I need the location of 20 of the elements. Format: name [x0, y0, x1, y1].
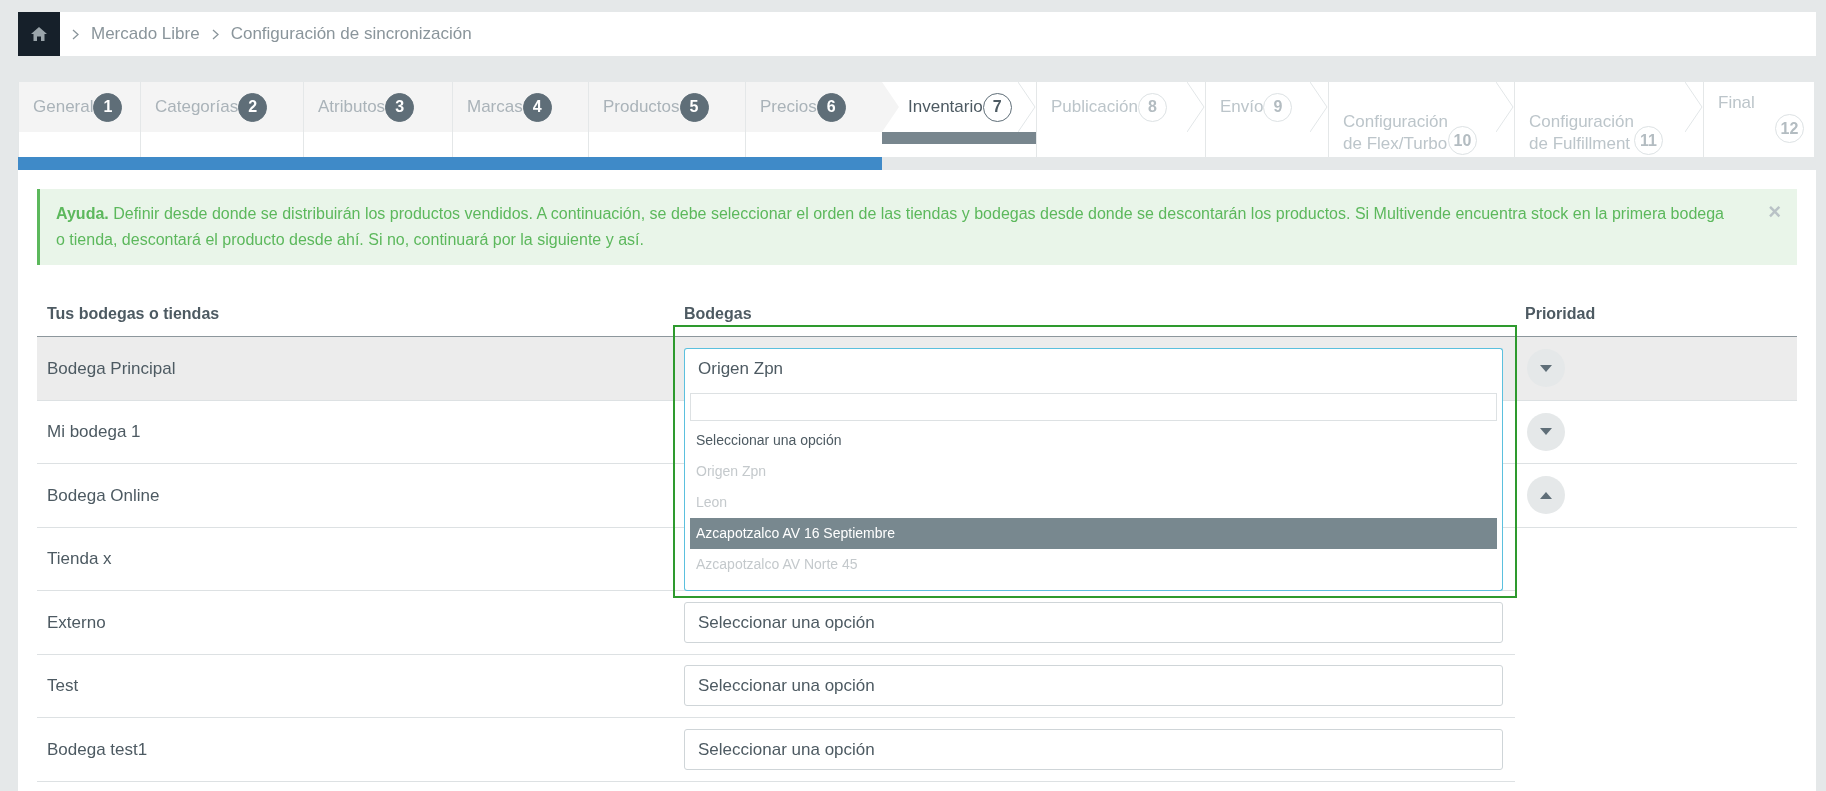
- table-cell: Bodega Principal: [37, 337, 680, 401]
- column-header: Prioridad: [1524, 304, 1597, 324]
- table-cell: Externo: [37, 591, 680, 655]
- step-number-badge: 3: [385, 92, 415, 122]
- step-number-badge: 4: [522, 92, 552, 122]
- column-header: Tus bodegas o tiendas: [46, 304, 221, 324]
- step-number-badge: 6: [816, 92, 846, 122]
- help-text: Ayuda. Definir desde donde se distribuirán los productos vendidos. A continuación, se debe seleccionar el orden de las tiendas y bodegas desde donde se descontarán los productos. Si Multivende encuentra stock en la primera bodega o tienda, descontará el producto desde ahí. Si no, continuará por la siguiente y así.: [56, 204, 1725, 250]
- table-cell: Bodega test1: [37, 718, 680, 782]
- step-number-badge: 10: [1447, 126, 1477, 155]
- column-header: Bodegas: [683, 304, 753, 324]
- table-cell: Bodega Online: [37, 464, 680, 528]
- step-number-badge: 1: [93, 92, 123, 122]
- step-number-badge: 9: [1263, 92, 1293, 122]
- step-number-badge: 7: [982, 92, 1012, 122]
- step-number-badge: 8: [1137, 92, 1167, 122]
- step-number-badge: 5: [679, 92, 709, 122]
- step-number-badge: 11: [1633, 126, 1663, 155]
- step-number-badge: 12: [1775, 114, 1804, 143]
- step-number-badge: 2: [238, 92, 268, 122]
